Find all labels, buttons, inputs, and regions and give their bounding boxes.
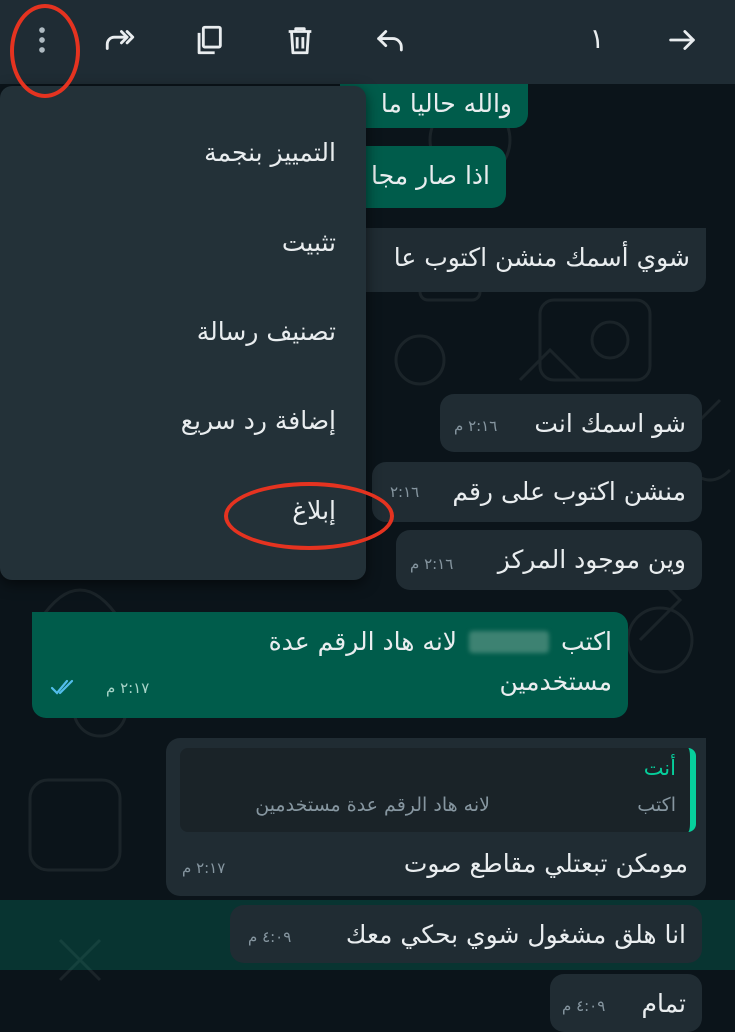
selection-action-bar: ١ (0, 0, 735, 84)
copy-icon (192, 23, 226, 61)
reply-button[interactable] (362, 14, 418, 70)
message-text-line1-start: اكتب (561, 627, 612, 656)
forward-button[interactable] (92, 14, 148, 70)
message-time: ٤:٠٩ م (562, 997, 606, 1015)
annotation-circle-report (224, 482, 394, 550)
menu-item-star[interactable]: التمييز بنجمة (204, 138, 336, 167)
message-bubble[interactable]: شوي أسمك منشن اكتوب عا (340, 228, 706, 292)
reply-icon (373, 23, 407, 61)
message-text: وين موجود المركز (497, 545, 686, 574)
menu-item-add-quick-reply[interactable]: إضافة رد سريع (181, 406, 336, 435)
quote-text: لانه هاد الرقم عدة مستخدمين (255, 794, 490, 816)
double-check-icon (50, 668, 78, 708)
message-time: ٢:١٦ م (410, 555, 454, 573)
message-bubble[interactable]: تمام ٤:٠٩ م (550, 974, 702, 1032)
message-text: شوي أسمك منشن اكتوب عا (393, 243, 690, 272)
message-time: ٢:١٦ (390, 483, 420, 501)
menu-item-pin[interactable]: تثبيت (282, 228, 336, 257)
copy-button[interactable] (181, 14, 237, 70)
message-time: ٢:١٧ م (182, 859, 226, 877)
message-bubble[interactable]: اكتب لانه هاد الرقم عدة مستخدمين ٢:١٧ م (32, 612, 628, 718)
menu-item-label-message[interactable]: تصنيف رسالة (197, 317, 336, 346)
message-text: منشن اكتوب على رقم (452, 477, 686, 506)
quote-author: أنت (643, 756, 676, 780)
arrow-right-icon (665, 23, 699, 61)
message-text: مومكن تبعتلي مقاطع صوت (403, 849, 688, 878)
message-time: ٤:٠٩ م (248, 928, 292, 946)
message-text: شو اسمك انت (534, 409, 686, 438)
forward-all-icon (103, 23, 137, 61)
message-time: ٢:١٧ م (106, 679, 150, 697)
message-time: ٢:١٦ م (454, 417, 498, 435)
message-bubble[interactable]: وين موجود المركز ٢:١٦ م (396, 530, 702, 590)
quoted-message[interactable]: أنت اكتب لانه هاد الرقم عدة مستخدمين (180, 748, 696, 832)
delete-button[interactable] (272, 14, 328, 70)
message-text: والله حاليا ما (380, 89, 512, 118)
annotation-circle-more-options (10, 4, 80, 98)
obscured-text (469, 631, 550, 653)
selected-count: ١ (589, 22, 605, 55)
quote-text-start: اكتب (637, 794, 676, 816)
message-bubble[interactable]: شو اسمك انت ٢:١٦ م (440, 394, 702, 452)
message-text: اذا صار مجا (371, 161, 490, 190)
message-text-line1-end: لانه هاد الرقم عدة (268, 627, 458, 656)
back-button[interactable] (654, 14, 710, 70)
message-bubble[interactable]: والله حاليا ما (340, 84, 528, 128)
message-text: تمام (641, 989, 686, 1018)
message-bubble[interactable]: منشن اكتوب على رقم ٢:١٦ (372, 462, 702, 522)
delete-icon (283, 23, 317, 61)
message-text: انا هلق مشغول شوي بحكي معك (345, 920, 686, 949)
message-bubble[interactable]: انا هلق مشغول شوي بحكي معك ٤:٠٩ م (230, 905, 702, 963)
